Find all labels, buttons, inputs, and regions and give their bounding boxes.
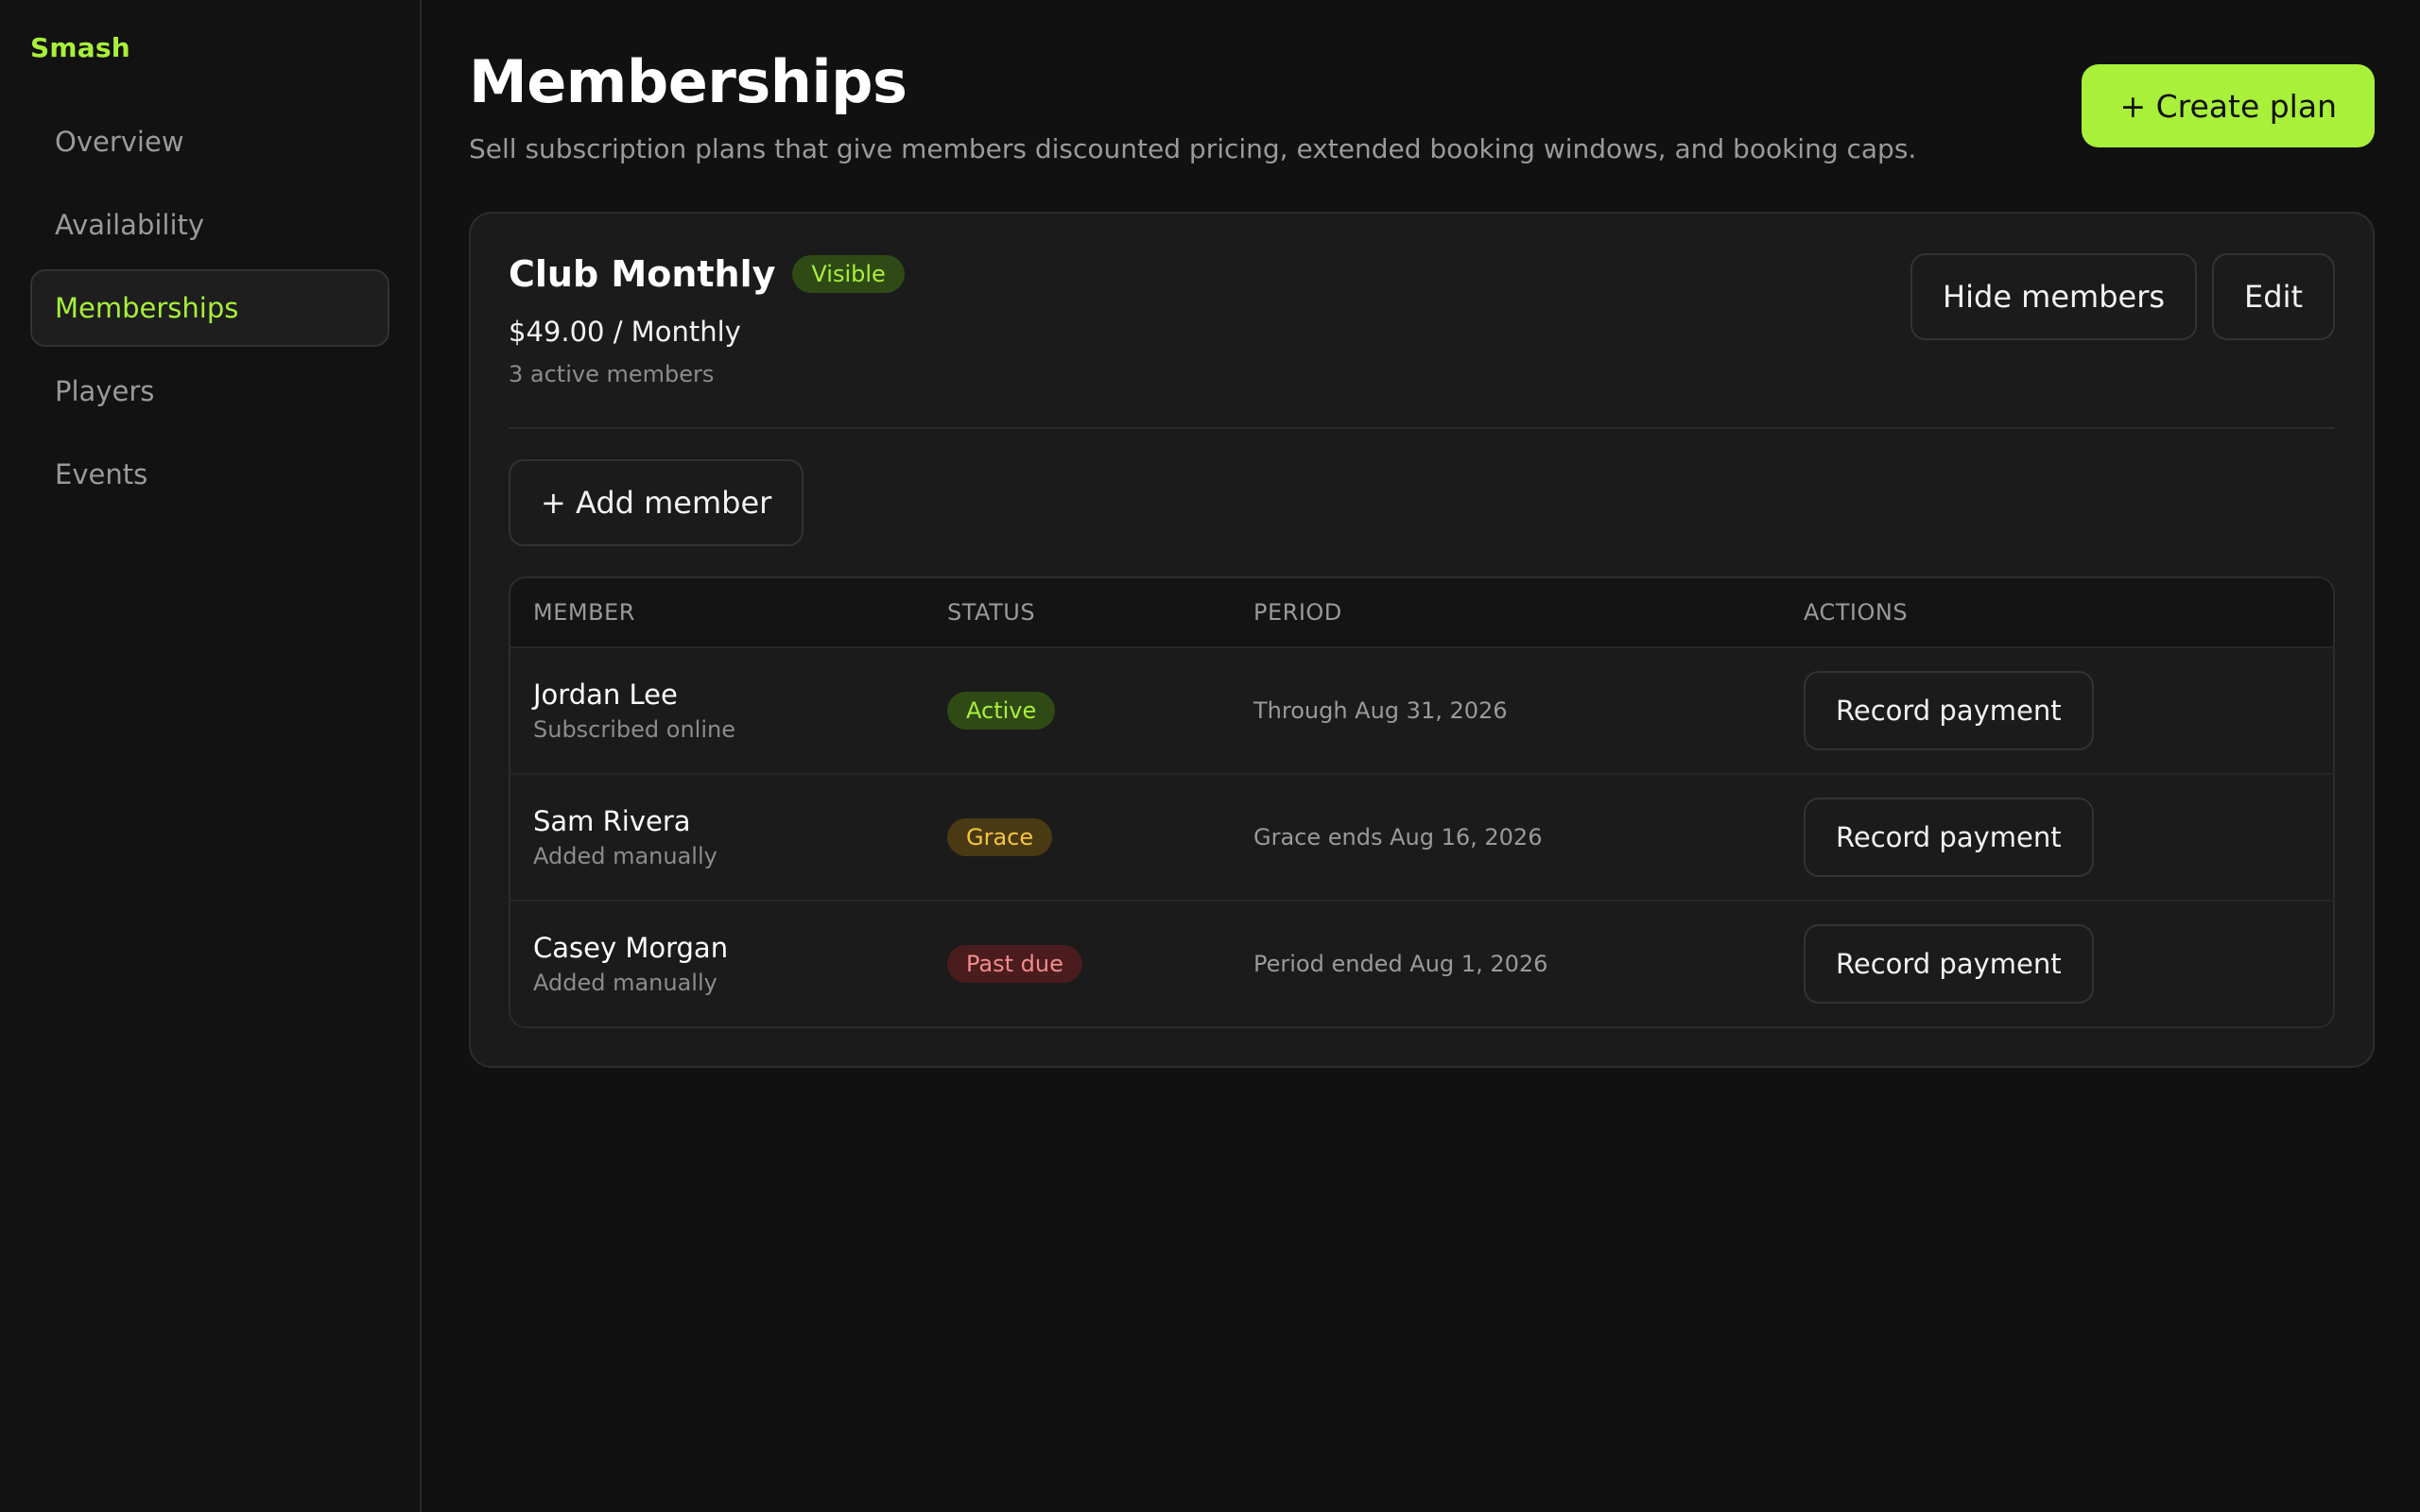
member-source: Subscribed online bbox=[533, 716, 735, 743]
sidebar: Smash Overview Availability Memberships … bbox=[0, 0, 422, 1512]
member-cell: Jordan Lee Subscribed online bbox=[510, 679, 925, 743]
member-name: Casey Morgan bbox=[533, 932, 729, 964]
visibility-badge: Visible bbox=[792, 255, 905, 293]
member-name: Sam Rivera bbox=[533, 805, 691, 837]
plan-card-header: Club Monthly Visible $49.00 / Monthly 3 … bbox=[509, 253, 2335, 429]
plan-card: Club Monthly Visible $49.00 / Monthly 3 … bbox=[469, 212, 2375, 1068]
member-period: Period ended Aug 1, 2026 bbox=[1253, 951, 1548, 977]
page-header: Memberships Sell subscription plans that… bbox=[469, 47, 2375, 164]
members-table: MEMBER STATUS PERIOD ACTIONS Jordan Lee … bbox=[509, 576, 2335, 1028]
status-badge: Past due bbox=[947, 945, 1082, 983]
plan-name: Club Monthly bbox=[509, 253, 776, 295]
member-period: Through Aug 31, 2026 bbox=[1253, 697, 1508, 724]
sidebar-item-availability[interactable]: Availability bbox=[30, 186, 389, 264]
actions-cell: Record payment bbox=[1781, 924, 2333, 1004]
column-header-status: STATUS bbox=[947, 599, 1036, 626]
member-source: Added manually bbox=[533, 970, 717, 996]
status-badge: Active bbox=[947, 692, 1056, 730]
sidebar-nav: Overview Availability Memberships Player… bbox=[30, 103, 389, 513]
table-row: Jordan Lee Subscribed online Active Thro… bbox=[510, 646, 2333, 773]
member-name: Jordan Lee bbox=[533, 679, 678, 711]
sidebar-item-memberships[interactable]: Memberships bbox=[30, 269, 389, 347]
actions-cell: Record payment bbox=[1781, 798, 2333, 877]
plan-price: $49.00 / Monthly bbox=[509, 316, 741, 348]
hide-members-button[interactable]: Hide members bbox=[1910, 253, 2198, 340]
table-row: Casey Morgan Added manually Past due Per… bbox=[510, 900, 2333, 1026]
main-content: Memberships Sell subscription plans that… bbox=[422, 0, 2420, 1512]
column-header-member: MEMBER bbox=[533, 599, 635, 626]
member-cell: Casey Morgan Added manually bbox=[510, 932, 925, 996]
member-period: Grace ends Aug 16, 2026 bbox=[1253, 824, 1543, 850]
status-cell: Grace bbox=[925, 818, 1231, 856]
record-payment-button[interactable]: Record payment bbox=[1804, 924, 2094, 1004]
app-shell: Smash Overview Availability Memberships … bbox=[0, 0, 2420, 1512]
actions-cell: Record payment bbox=[1781, 671, 2333, 750]
create-plan-button[interactable]: + Create plan bbox=[2082, 64, 2375, 147]
table-header: MEMBER STATUS PERIOD ACTIONS bbox=[510, 578, 2333, 646]
edit-plan-button[interactable]: Edit bbox=[2212, 253, 2335, 340]
column-header-period: PERIOD bbox=[1253, 599, 1342, 626]
record-payment-button[interactable]: Record payment bbox=[1804, 671, 2094, 750]
status-badge: Grace bbox=[947, 818, 1053, 856]
page-subtitle: Sell subscription plans that give member… bbox=[469, 133, 1917, 164]
record-payment-button[interactable]: Record payment bbox=[1804, 798, 2094, 877]
status-cell: Active bbox=[925, 692, 1231, 730]
brand-logo[interactable]: Smash bbox=[30, 32, 389, 63]
plan-title-row: Club Monthly Visible bbox=[509, 253, 905, 295]
column-header-actions: ACTIONS bbox=[1804, 599, 1909, 626]
status-cell: Past due bbox=[925, 945, 1231, 983]
plan-actions: Hide members Edit bbox=[1910, 253, 2335, 340]
sidebar-item-overview[interactable]: Overview bbox=[30, 103, 389, 180]
add-member-button[interactable]: + Add member bbox=[509, 459, 804, 546]
page-title: Memberships bbox=[469, 47, 908, 116]
sidebar-item-events[interactable]: Events bbox=[30, 436, 389, 513]
member-cell: Sam Rivera Added manually bbox=[510, 805, 925, 869]
plan-member-count: 3 active members bbox=[509, 361, 715, 387]
table-row: Sam Rivera Added manually Grace Grace en… bbox=[510, 773, 2333, 900]
member-source: Added manually bbox=[533, 843, 717, 869]
sidebar-item-players[interactable]: Players bbox=[30, 352, 389, 430]
